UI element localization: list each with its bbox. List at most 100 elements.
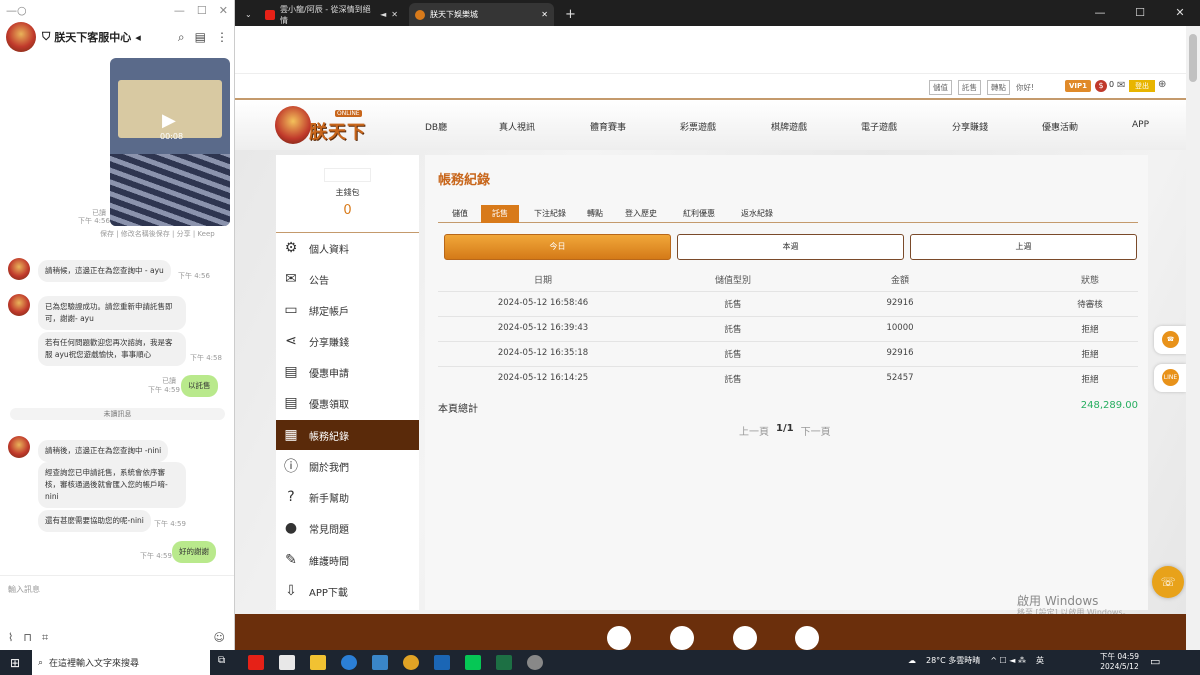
- notes-icon[interactable]: ▤: [195, 30, 206, 45]
- tab-bets[interactable]: 下注紀錄: [525, 205, 575, 223]
- tab-casino[interactable]: 朕天下娛樂城 ✕: [409, 3, 554, 26]
- photos-icon[interactable]: [372, 655, 388, 670]
- sidebar-item-maintenance[interactable]: ✎ 維護時間: [276, 545, 419, 575]
- nav-sports[interactable]: 體育賽事: [590, 120, 626, 133]
- chrome-icon[interactable]: [403, 655, 419, 670]
- prev-page-link[interactable]: 上一頁: [739, 423, 769, 438]
- minimize-icon[interactable]: —: [1080, 0, 1120, 26]
- maximize-icon[interactable]: ☐: [1120, 0, 1160, 26]
- sidebar-item-announcement[interactable]: ✉ 公告: [276, 264, 419, 294]
- menu-icon[interactable]: ⋮: [216, 30, 228, 45]
- logout-button[interactable]: 登出: [1129, 80, 1155, 92]
- nav-app[interactable]: APP: [1132, 120, 1149, 130]
- video-actions[interactable]: 保存 | 修改名稱後保存 | 分享 | Keep: [100, 229, 215, 239]
- page-top-blank: [235, 26, 1200, 74]
- next-page-link[interactable]: 下一頁: [801, 423, 831, 438]
- edge-icon[interactable]: [341, 655, 357, 670]
- tab-rebate[interactable]: 返水紀錄: [732, 205, 782, 223]
- range-this-week-button[interactable]: 本週: [677, 234, 904, 260]
- calculator-icon[interactable]: [434, 655, 450, 670]
- tab-close-icon[interactable]: ✕: [541, 10, 548, 19]
- site-logo[interactable]: ONLINE 朕天下: [275, 106, 381, 144]
- task-view-icon[interactable]: ⧉: [218, 655, 234, 670]
- sidebar-item-share[interactable]: ⋖ 分享賺錢: [276, 326, 419, 356]
- taskbar-clock[interactable]: 下午 04:59 2024/5/12: [1100, 652, 1139, 672]
- emoji-icon[interactable]: ☺: [214, 631, 225, 644]
- withdraw-link[interactable]: 託售: [958, 80, 981, 95]
- floating-line-button[interactable]: LINE: [1154, 364, 1186, 392]
- mail-icon[interactable]: ✉: [1117, 80, 1125, 91]
- weather-text[interactable]: 28°C 多雲時晴: [926, 655, 980, 666]
- sidebar-item-label: 優惠申請: [309, 368, 349, 380]
- speaker-icon[interactable]: ◄: [380, 10, 386, 19]
- nav-slots[interactable]: 電子遊戲: [861, 120, 897, 133]
- tray-icons[interactable]: ^ ☐ ◄ ⁂: [990, 656, 1026, 665]
- avatar[interactable]: [8, 294, 30, 316]
- transfer-link[interactable]: 轉點: [987, 80, 1010, 95]
- avatar[interactable]: [6, 22, 36, 52]
- new-tab-button[interactable]: +: [559, 3, 577, 26]
- sidebar-item-faq[interactable]: ● 常見問題: [276, 513, 419, 543]
- message-input[interactable]: 輸入訊息: [8, 584, 40, 595]
- play-icon[interactable]: ▶: [162, 110, 176, 131]
- pin-icon[interactable]: —○: [6, 4, 27, 17]
- search-icon[interactable]: ⌕: [178, 30, 185, 45]
- app-icon[interactable]: [527, 655, 543, 670]
- youtube-app-icon[interactable]: [248, 655, 264, 670]
- tab-youtube[interactable]: 雲小龍/阿辰 - 從深情到絕情 ◄ ✕: [259, 3, 404, 26]
- tab-deposit[interactable]: 儲值: [440, 205, 480, 223]
- minimize-icon[interactable]: —: [174, 4, 185, 17]
- range-last-week-button[interactable]: 上週: [910, 234, 1137, 260]
- window-controls: — ☐ ✕: [1080, 0, 1200, 26]
- sidebar-item-records[interactable]: ▦ 帳務紀錄: [276, 420, 419, 450]
- close-icon[interactable]: ✕: [1160, 0, 1200, 26]
- tab-withdraw[interactable]: 託售: [481, 205, 519, 223]
- nav-board[interactable]: 棋牌遊戲: [771, 120, 807, 133]
- globe-icon[interactable]: ⊕: [1158, 79, 1166, 90]
- avatar[interactable]: [8, 436, 30, 458]
- message-input-area[interactable]: 輸入訊息 ⌇ ⊓ ⌗ ☺: [0, 575, 234, 650]
- live-chat-button[interactable]: ☏: [1152, 566, 1184, 598]
- ime-indicator[interactable]: 英: [1036, 655, 1044, 666]
- avatar[interactable]: [8, 258, 30, 280]
- page-scrollbar[interactable]: [1186, 26, 1200, 650]
- sidebar-item-label: 綁定帳戶: [309, 306, 349, 318]
- line-app-icon[interactable]: [465, 655, 481, 670]
- scrollbar-thumb[interactable]: [1189, 34, 1197, 82]
- sidebar-item-bind-account[interactable]: ▭ 綁定帳戶: [276, 295, 419, 325]
- sidebar-item-app-download[interactable]: ⇩ APP下載: [276, 576, 419, 606]
- crop-icon[interactable]: ⌗: [42, 631, 48, 645]
- attach-icon[interactable]: ⌇: [8, 631, 13, 645]
- floating-support-button[interactable]: ☎: [1154, 326, 1186, 354]
- windows-start-icon[interactable]: ⊞: [10, 656, 20, 670]
- nav-lottery[interactable]: 彩票遊戲: [680, 120, 716, 133]
- close-icon[interactable]: ✕: [219, 4, 228, 17]
- sidebar-item-promo-apply[interactable]: ▤ 優惠申請: [276, 357, 419, 387]
- row-divider: [438, 366, 1138, 367]
- maximize-icon[interactable]: ☐: [197, 4, 207, 17]
- sidebar-item-promo-claim[interactable]: ▤ 優惠領取: [276, 388, 419, 418]
- deposit-link[interactable]: 儲值: [929, 80, 952, 95]
- nav-db[interactable]: DB廳: [425, 120, 447, 133]
- tab-menu-icon[interactable]: ⌄: [239, 3, 252, 26]
- site-footer: [235, 614, 1186, 650]
- tab-bonus[interactable]: 紅利優惠: [674, 205, 724, 223]
- sidebar-item-help[interactable]: ? 新手幫助: [276, 482, 419, 512]
- sidebar-item-about[interactable]: ⓘ 關於我們: [276, 451, 419, 481]
- nav-share[interactable]: 分享賺錢: [952, 120, 988, 133]
- file-explorer-icon[interactable]: [310, 655, 326, 670]
- app-icon[interactable]: [279, 655, 295, 670]
- sidebar-item-profile[interactable]: ⚙ 個人資料: [276, 233, 419, 263]
- search-icon: ⌕: [38, 657, 44, 668]
- nav-promo[interactable]: 優惠活動: [1042, 120, 1078, 133]
- bookmark-icon[interactable]: ⊓: [23, 631, 32, 645]
- tab-login-history[interactable]: 登入歷史: [616, 205, 666, 223]
- tab-transfer[interactable]: 轉點: [580, 205, 610, 223]
- taskbar-search[interactable]: ⌕ 在這裡輸入文字來搜尋: [32, 650, 210, 675]
- excel-icon[interactable]: [496, 655, 512, 670]
- notification-icon[interactable]: ▭: [1150, 655, 1160, 668]
- nav-live[interactable]: 真人視訊: [499, 120, 535, 133]
- range-today-button[interactable]: 今日: [444, 234, 671, 260]
- video-message[interactable]: ▶ 00:08: [110, 58, 230, 226]
- tab-close-icon[interactable]: ✕: [391, 10, 398, 19]
